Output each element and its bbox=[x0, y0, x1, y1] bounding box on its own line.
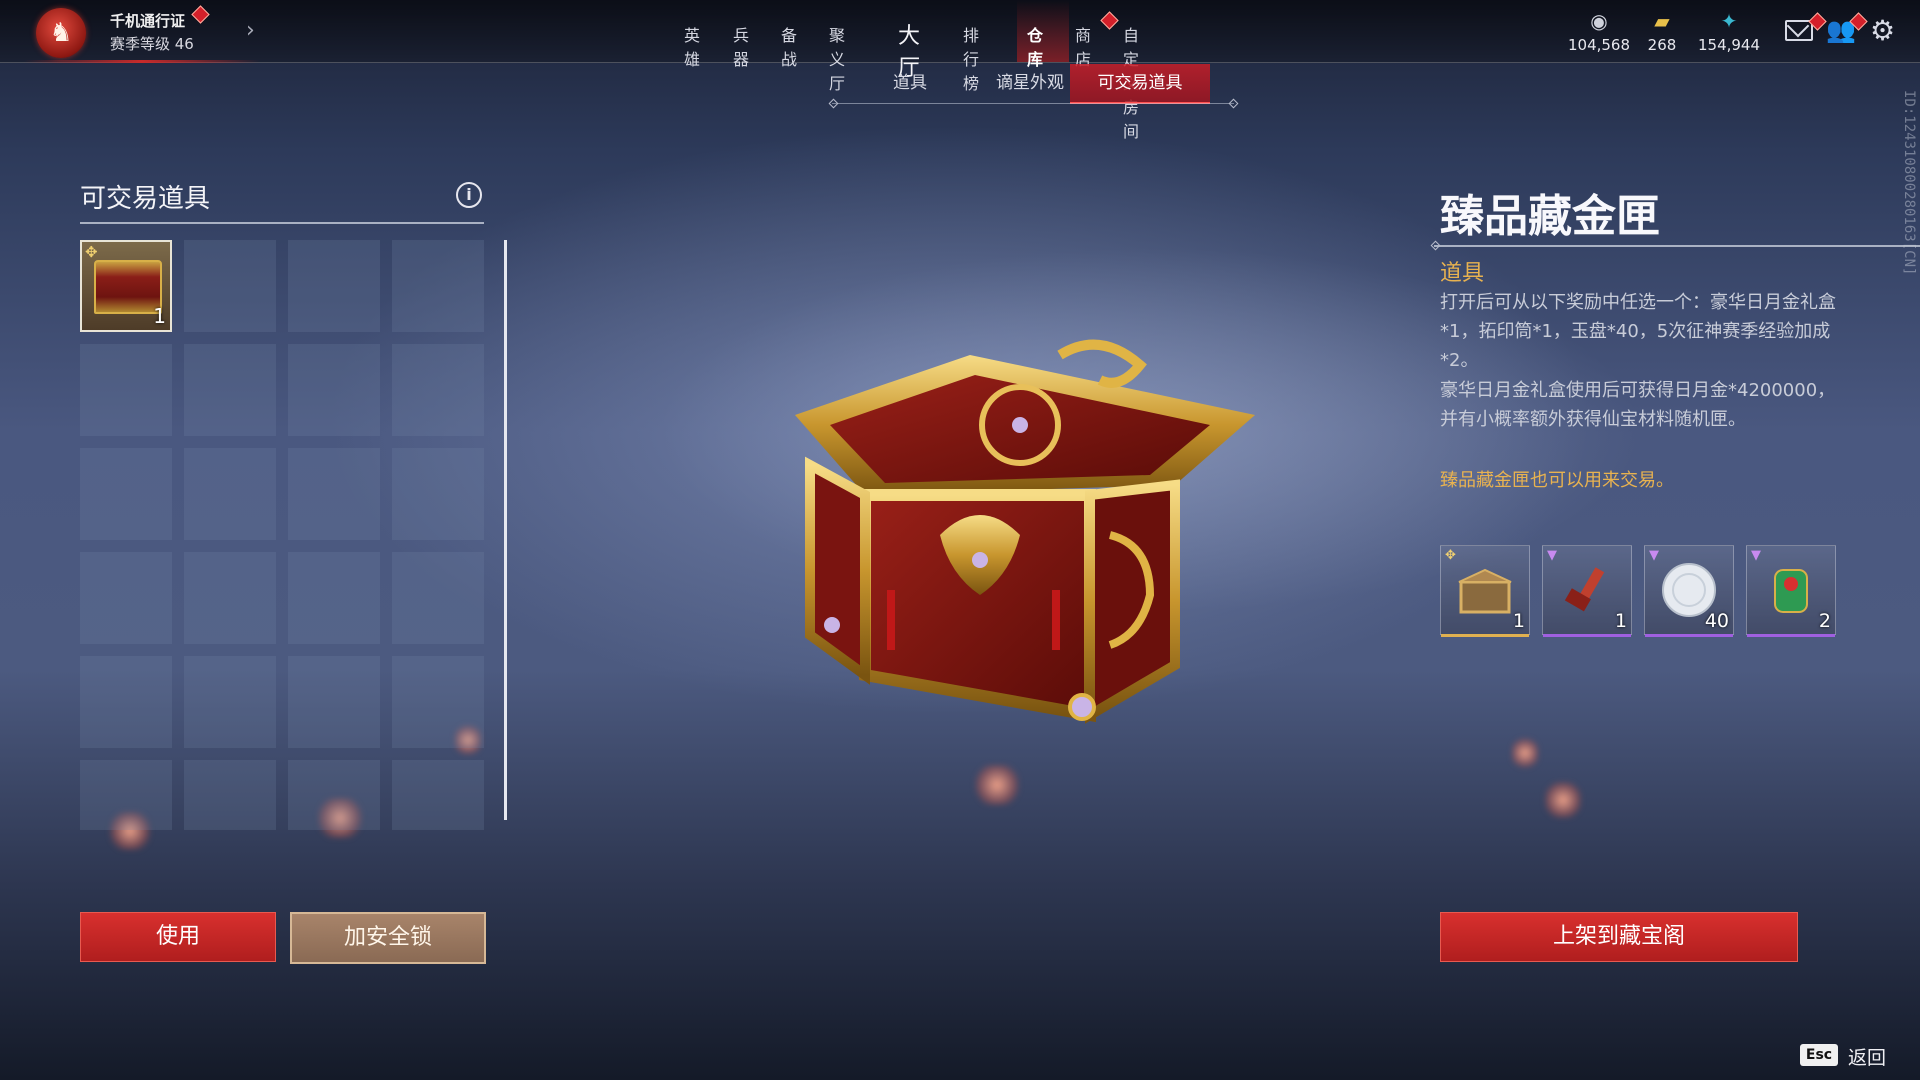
panel-title: 可交易道具 bbox=[80, 184, 211, 214]
item-description: 打开后可从以下奖励中任选一个：豪华日月金礼盒*1，拓印筒*1，玉盘*40，5次征… bbox=[1440, 292, 1836, 371]
lantern-decoration bbox=[1545, 782, 1581, 818]
currency-jade[interactable]: ✦ 154,944 bbox=[1692, 10, 1766, 54]
title-divider bbox=[1434, 245, 1920, 247]
inventory-slot-empty[interactable] bbox=[288, 240, 380, 332]
inventory-slot-empty[interactable] bbox=[184, 240, 276, 332]
pass-progress-accent bbox=[24, 60, 260, 63]
treasure-chest-preview bbox=[795, 339, 1255, 724]
reward-slot-deluxe-gift-box[interactable]: ✥ 1 bbox=[1440, 545, 1530, 637]
item-type: 道具 bbox=[1440, 261, 1485, 286]
reward-slot-jade-plate[interactable]: ▼ 40 bbox=[1644, 545, 1734, 637]
inventory-slot-empty[interactable] bbox=[184, 344, 276, 436]
quality-mark-icon: ▼ bbox=[1547, 548, 1557, 563]
inventory-slot-empty[interactable] bbox=[288, 552, 380, 644]
quality-bar bbox=[1543, 634, 1631, 637]
currency-value: 268 bbox=[1647, 36, 1677, 54]
divider-ornament-icon bbox=[1228, 98, 1239, 109]
esc-key-hint[interactable]: Esc bbox=[1800, 1044, 1838, 1066]
quality-mark-icon: ▼ bbox=[1649, 548, 1659, 563]
quality-bar bbox=[1645, 634, 1733, 637]
inventory-slot-empty[interactable] bbox=[80, 344, 172, 436]
item-count: 1 bbox=[153, 304, 166, 328]
mail-icon[interactable] bbox=[1785, 20, 1813, 41]
nav-item-shop[interactable]: 商店 bbox=[1075, 22, 1091, 70]
player-id: ID:1243108002801​63[CN] bbox=[1901, 90, 1917, 276]
currency-value: 154,944 bbox=[1697, 36, 1761, 54]
inventory-slot-empty[interactable] bbox=[392, 448, 484, 540]
inventory-slot-selected[interactable]: ✥ 1 bbox=[80, 240, 172, 332]
back-button[interactable]: 返回 bbox=[1848, 1043, 1886, 1070]
reward-count: 40 bbox=[1704, 610, 1729, 632]
gear-icon[interactable]: ⚙ bbox=[1870, 14, 1895, 47]
inventory-slot-empty[interactable] bbox=[80, 760, 172, 830]
jade-feather-icon: ✦ bbox=[1720, 9, 1738, 33]
quality-mark-icon: ✥ bbox=[85, 243, 98, 261]
gold-ticket-icon: ▰ bbox=[1654, 9, 1670, 33]
warehouse-subtabs: 道具 谪星外观 可交易道具 bbox=[832, 64, 1234, 104]
inventory-slot-empty[interactable] bbox=[184, 552, 276, 644]
inventory-slot-empty[interactable] bbox=[184, 448, 276, 540]
item-title: 臻品藏金匣 bbox=[1440, 191, 1660, 242]
quality-mark-icon: ▼ bbox=[1751, 548, 1761, 563]
lantern-decoration bbox=[975, 765, 1019, 805]
nav-item-heroes[interactable]: 英雄 bbox=[684, 22, 700, 70]
inventory-slot-empty[interactable] bbox=[80, 552, 172, 644]
inventory-slot-empty[interactable] bbox=[392, 760, 484, 830]
list-on-market-button[interactable]: 上架到藏宝阁 bbox=[1440, 912, 1798, 962]
rubbing-tube-icon bbox=[1564, 567, 1605, 612]
inventory-slot-empty[interactable] bbox=[288, 760, 380, 830]
season-level: 赛季等级 46 bbox=[110, 35, 194, 53]
lantern-decoration bbox=[1512, 738, 1538, 768]
coin-stack-icon: ◉ bbox=[1590, 9, 1608, 33]
deluxe-gift-box-icon bbox=[1458, 568, 1512, 614]
tradable-note: 臻品藏金匣也可以用来交易。 bbox=[1440, 470, 1674, 491]
reward-count: 1 bbox=[1512, 610, 1525, 632]
tab-items[interactable]: 道具 bbox=[860, 64, 960, 102]
currency-tickets[interactable]: ▰ 268 bbox=[1642, 10, 1682, 54]
item-description-extra: 豪华日月金礼盒使用后可获得日月金*4200000，并有小概率额外获得仙宝材料随机… bbox=[1440, 380, 1836, 430]
use-button[interactable]: 使用 bbox=[80, 912, 276, 962]
nav-item-prepare[interactable]: 备战 bbox=[781, 22, 797, 70]
inventory-slot-empty[interactable] bbox=[80, 656, 172, 748]
scrollbar-thumb[interactable] bbox=[504, 240, 507, 820]
inventory-slot-empty[interactable] bbox=[392, 552, 484, 644]
battle-pass-title[interactable]: 千机通行证 bbox=[110, 10, 185, 31]
inventory-slot-empty[interactable] bbox=[392, 656, 484, 748]
subtab-divider bbox=[832, 103, 1234, 104]
quality-bar bbox=[1441, 634, 1529, 637]
currency-coins[interactable]: ◉ 104,568 bbox=[1562, 10, 1636, 54]
currency-value: 104,568 bbox=[1567, 36, 1631, 54]
inventory-slot-empty[interactable] bbox=[392, 344, 484, 436]
safety-lock-button[interactable]: 加安全锁 bbox=[290, 912, 486, 964]
inventory-slot-empty[interactable] bbox=[288, 448, 380, 540]
chevron-right-icon[interactable]: › bbox=[246, 18, 255, 43]
quality-mark-icon: ✥ bbox=[1445, 548, 1456, 563]
tab-tradable-items[interactable]: 可交易道具 bbox=[1070, 64, 1210, 104]
quality-bar bbox=[1747, 634, 1835, 637]
reward-count: 1 bbox=[1614, 610, 1627, 632]
battle-pass-emblem-icon[interactable]: ♞ bbox=[36, 8, 86, 58]
info-icon[interactable]: i bbox=[456, 182, 482, 208]
inventory-slot-empty[interactable] bbox=[288, 344, 380, 436]
inventory-slot-empty[interactable] bbox=[80, 448, 172, 540]
inventory-slot-empty[interactable] bbox=[288, 656, 380, 748]
panel-divider bbox=[80, 222, 484, 224]
nav-item-weapons[interactable]: 兵器 bbox=[733, 22, 749, 70]
divider-ornament-icon bbox=[1430, 240, 1441, 251]
exp-boost-icon bbox=[1774, 569, 1808, 613]
reward-slot-rubbing-tube[interactable]: ▼ 1 bbox=[1542, 545, 1632, 637]
reward-count: 2 bbox=[1818, 610, 1831, 632]
treasure-chest-icon bbox=[94, 260, 162, 314]
nav-item-warehouse[interactable]: 仓库 bbox=[1027, 22, 1043, 70]
inventory-slot-empty[interactable] bbox=[392, 240, 484, 332]
inventory-slot-empty[interactable] bbox=[184, 656, 276, 748]
inventory-slot-empty[interactable] bbox=[184, 760, 276, 830]
reward-slot-exp-boost[interactable]: ▼ 2 bbox=[1746, 545, 1836, 637]
